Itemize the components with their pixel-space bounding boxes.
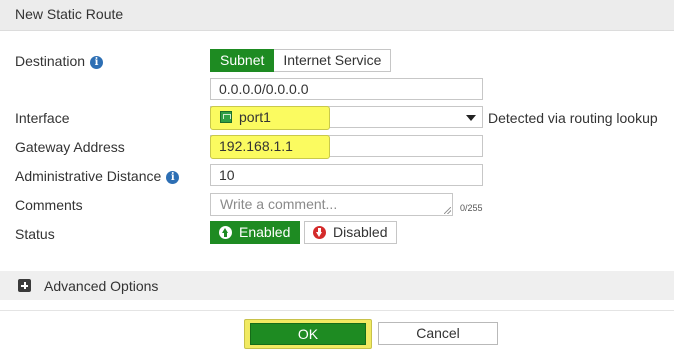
port-icon	[220, 111, 232, 123]
resize-grip-icon[interactable]	[444, 207, 451, 214]
enabled-button[interactable]: Enabled	[210, 221, 301, 244]
ok-button[interactable]: OK	[250, 323, 366, 345]
subnet-option[interactable]: Subnet	[210, 49, 275, 72]
distance-input[interactable]: 10	[210, 164, 483, 186]
enabled-icon	[219, 226, 232, 239]
comments-textarea[interactable]: Write a comment...	[210, 193, 453, 216]
distance-label: Administrative Distance	[15, 168, 162, 184]
dialog-header: New Static Route	[0, 0, 674, 31]
destination-type-toggle: Subnet Internet Service	[210, 49, 392, 72]
ok-highlight: OK	[244, 319, 372, 349]
interface-value-text: port1	[239, 109, 271, 125]
comments-placeholder: Write a comment...	[220, 196, 338, 212]
disabled-button[interactable]: Disabled	[304, 221, 398, 244]
destination-label: Destination	[15, 53, 86, 69]
internet-service-option[interactable]: Internet Service	[274, 49, 392, 72]
distance-label-row: Administrative Distance i	[15, 168, 180, 184]
interface-label: Interface	[15, 110, 70, 126]
comment-counter: 0/255	[460, 203, 483, 213]
status-label: Status	[15, 226, 55, 242]
interface-value: port1	[220, 109, 271, 125]
footer-divider	[0, 310, 674, 311]
gateway-label: Gateway Address	[15, 139, 125, 155]
cancel-button[interactable]: Cancel	[378, 322, 498, 345]
chevron-down-icon[interactable]	[466, 115, 476, 121]
plus-icon[interactable]	[18, 279, 31, 292]
dialog-title: New Static Route	[15, 6, 124, 22]
comments-label: Comments	[15, 197, 83, 213]
gateway-input[interactable]: 192.168.1.1	[219, 138, 293, 154]
advanced-options-label: Advanced Options	[44, 278, 159, 294]
interface-note: Detected via routing lookup	[488, 110, 658, 126]
info-icon[interactable]: i	[90, 56, 104, 69]
enabled-label: Enabled	[239, 224, 291, 240]
disabled-label: Disabled	[333, 224, 388, 240]
advanced-options-toggle[interactable]: Advanced Options	[0, 271, 674, 300]
disabled-icon	[313, 226, 326, 239]
destination-input[interactable]: 0.0.0.0/0.0.0.0	[210, 78, 483, 100]
info-icon[interactable]: i	[166, 171, 180, 184]
destination-label-row: Destination i	[15, 53, 104, 69]
